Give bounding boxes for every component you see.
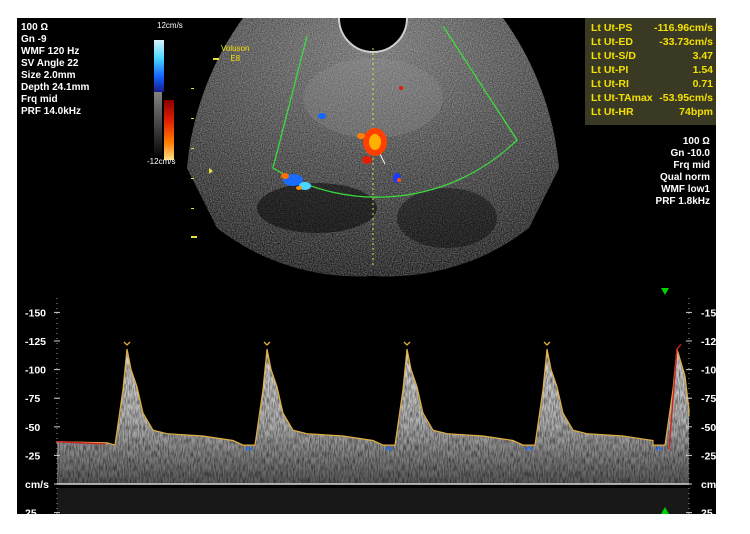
timing-marker-top [661,288,669,295]
param-line: SV Angle 22 [21,58,79,69]
ultrasound-screen: 12cm/s -12cm/s Voluson E8 100 Ω Gn -9 WM… [0,0,750,534]
probe-label-line: E8 [230,54,241,63]
measurement-row: Lt Ut-ED -33.73cm/s [591,36,713,49]
measurement-label: Lt Ut-S/D [591,50,636,62]
measurement-label: Lt Ut-TAmax [591,92,653,104]
color-scale-positive [154,40,164,92]
color-scale-negative [164,100,174,160]
measurement-panel: Lt Ut-PS -116.96cm/s Lt Ut-ED -33.73cm/s… [585,18,716,125]
velocity-tick-label: cm/s [701,479,716,491]
velocity-tick-label: -100 [701,365,716,377]
measurement-row: Lt Ut-RI 0.71 [591,78,713,91]
velocity-tick-label: -75 [25,393,40,405]
param-line: WMF low1 [661,184,710,195]
measurement-label: Lt Ut-HR [591,106,634,118]
velocity-tick-label: -50 [25,422,40,434]
measurement-row: Lt Ut-PI 1.54 [591,64,713,77]
velocity-tick-label: -75 [701,393,716,405]
ultrasound-display: 12cm/s -12cm/s Voluson E8 100 Ω Gn -9 WM… [17,18,716,514]
param-line: Gn -10.0 [670,148,710,159]
velocity-tick-label: cm/s [25,479,49,491]
param-line: Frq mid [673,160,710,171]
velocity-tick-label: -100 [25,365,46,377]
peak-systolic-marker [543,341,551,346]
param-line: Size 2.0mm [21,70,76,81]
measurement-label: Lt Ut-PI [591,64,629,76]
measurement-row: Lt Ut-HR 74bpm [591,106,713,119]
velocity-tick-label: -25 [25,450,40,462]
left-parameters: 100 Ω Gn -9 WMF 120 Hz SV Angle 22 Size … [21,22,89,118]
param-line: 100 Ω [682,136,710,147]
doppler-spectrum: -150 -125 -100 -75 -50 -25 cm/s 25 -150 -125 -100 -… [25,288,716,514]
param-line: WMF 120 Hz [21,46,80,57]
velocity-tick-label: -25 [701,450,716,462]
velocity-tick-label: 25 [701,508,713,514]
measurement-value: 3.47 [692,50,713,62]
measurement-value: -116.96cm/s [654,22,713,34]
measurement-value: -33.73cm/s [659,36,713,48]
measurement-row: Lt Ut-TAmax -53.95cm/s [591,92,713,105]
reverse-noise [57,488,689,514]
measurement-value: 74bpm [679,106,713,118]
peak-systolic-marker [403,341,411,346]
measurement-label: Lt Ut-PS [591,22,633,34]
velocity-tick-label: 25 [25,508,37,514]
color-scale-top-label: 12cm/s [157,21,183,30]
probe-label: Voluson E8 [221,44,249,64]
measurement-label: Lt Ut-RI [591,78,629,90]
param-line: Depth 24.1mm [21,82,90,93]
peak-systolic-marker [263,341,271,346]
peak-systolic-marker [123,341,131,346]
measurement-value: -53.95cm/s [659,92,713,104]
measurement-value: 1.54 [692,64,713,76]
param-line: PRF 14.0kHz [21,106,82,117]
velocity-tick-label: -150 [701,307,716,319]
velocity-tick-label: -50 [701,422,716,434]
param-line: Qual norm [659,172,710,183]
measurement-label: Lt Ut-ED [591,36,633,48]
measurement-value: 0.71 [692,78,713,90]
param-line: PRF 1.8kHz [655,196,710,207]
measurement-row: Lt Ut-PS -116.96cm/s [591,22,713,35]
param-line: Gn -9 [21,34,47,45]
spectral-waveform [56,343,690,484]
param-line: Frq mid [21,94,58,105]
velocity-tick-label: -150 [25,307,46,319]
right-parameters: 100 Ω Gn -10.0 Frq mid Qual norm WMF low… [656,136,710,208]
velocity-tick-label: -125 [25,336,46,348]
probe-label-line: Voluson [221,44,250,53]
color-scale-bottom-label: -12cm/s [147,157,176,166]
velocity-tick-label: -125 [701,336,716,348]
measurement-row: Lt Ut-S/D 3.47 [591,50,713,63]
param-line: 100 Ω [21,22,49,33]
